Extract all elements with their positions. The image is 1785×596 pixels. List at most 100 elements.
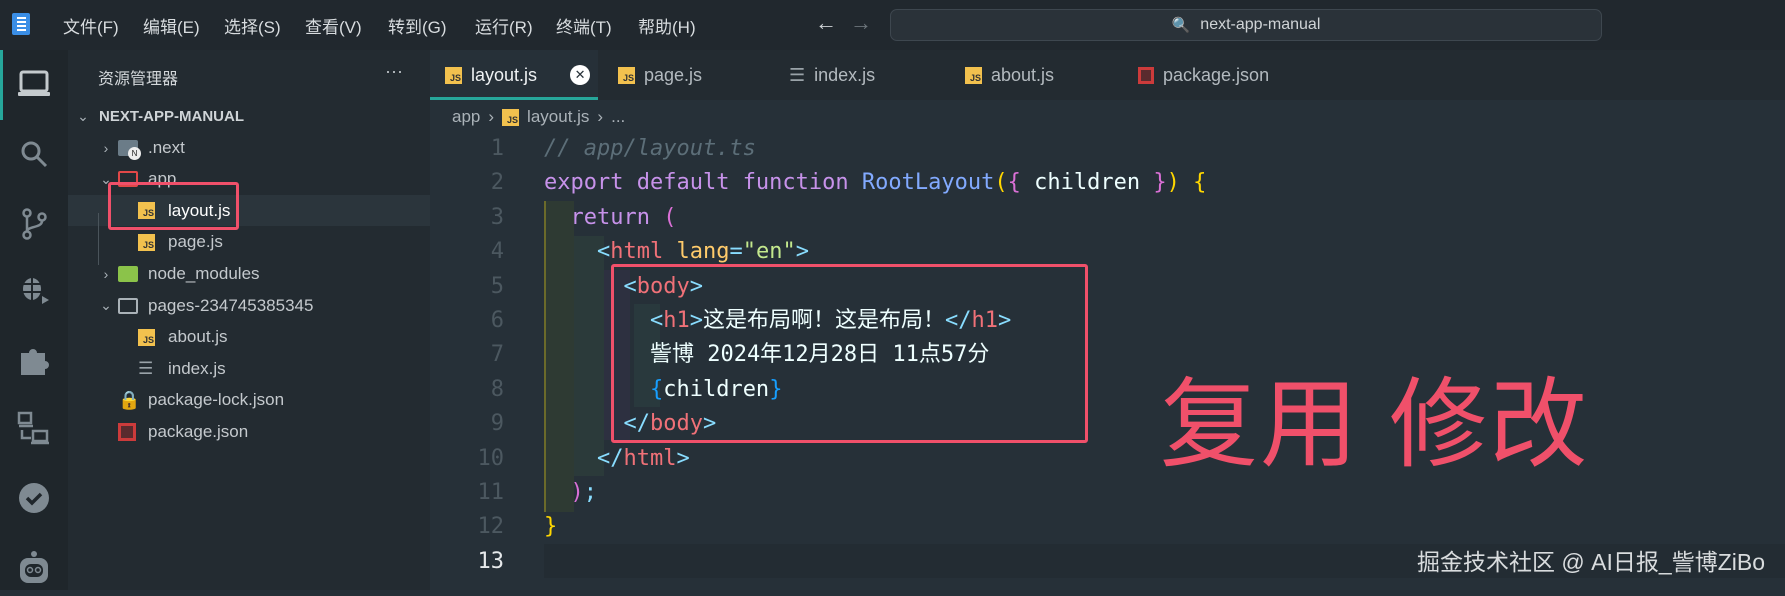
line-number: 13	[477, 548, 505, 574]
js-file-icon: JS	[138, 233, 155, 251]
close-tab-icon[interactable]: ✕	[570, 65, 591, 85]
code-token: >	[795, 239, 809, 265]
menu-item[interactable]: 运行(R)	[475, 13, 533, 38]
line-number: 3	[490, 204, 504, 230]
breadcrumb-more[interactable]: ...	[611, 107, 625, 127]
tree-item[interactable]: package.json	[68, 416, 430, 447]
tab-label: about.js	[991, 64, 1055, 85]
code-line: export default function RootLayout({ chi…	[544, 166, 1206, 200]
menu-item[interactable]: 选择(S)	[224, 13, 281, 38]
debug-icon[interactable]	[0, 260, 68, 316]
menu-item[interactable]: 文件(F)	[63, 13, 119, 38]
tab-package-json[interactable]: package.json	[1138, 50, 1269, 100]
breadcrumb: app › JS layout.js › ...	[430, 100, 625, 134]
line-number: 6	[490, 308, 504, 333]
code-token: {	[1193, 170, 1207, 196]
menu-item[interactable]: 编辑(E)	[143, 13, 200, 38]
app-logo-icon	[12, 13, 30, 35]
robot-assistant-icon[interactable]	[0, 540, 68, 596]
chevron-right-icon: ›	[103, 265, 109, 282]
tree-item[interactable]: › N .next	[68, 132, 430, 163]
line-number: 8	[490, 376, 504, 402]
search-text: next-app-manual	[1200, 16, 1321, 33]
forward-arrow-icon[interactable]: →	[850, 10, 872, 36]
tree-item-label: package.json	[148, 421, 249, 441]
extensions-icon[interactable]	[0, 332, 68, 388]
command-center-search[interactable]: 🔍 next-app-manual	[890, 9, 1602, 41]
search-icon[interactable]	[0, 126, 68, 182]
workspace-root-label: NEXT-APP-MANUAL	[99, 108, 244, 125]
tab-layout-js[interactable]: JS layout.js ✕	[445, 50, 591, 100]
sidebar-title: 资源管理器	[98, 71, 179, 88]
tab-index-js[interactable]: ☰ index.js	[789, 50, 875, 100]
breadcrumb-file[interactable]: layout.js	[527, 107, 589, 127]
more-actions-button[interactable]: ···	[385, 61, 403, 82]
line-number: 9	[490, 411, 504, 437]
js-file-icon: JS	[502, 108, 520, 126]
tab-page-js[interactable]: JS page.js	[618, 50, 702, 100]
code-token: RootLayout	[861, 170, 995, 196]
js-file-icon: JS	[965, 66, 982, 84]
line-number: 11	[477, 480, 505, 505]
code-token: </	[544, 445, 624, 471]
line-number: 7	[490, 342, 504, 368]
explorer-computer-icon[interactable]	[0, 56, 68, 112]
js-file-icon: JS	[445, 66, 462, 84]
highlight-box-layout-file	[108, 182, 239, 230]
line-number: 12	[477, 514, 505, 540]
search-icon: 🔍	[1171, 17, 1191, 34]
menu-item[interactable]: 查看(V)	[305, 13, 362, 38]
code-token: html	[610, 239, 677, 265]
tab-label: layout.js	[471, 64, 538, 85]
list-file-icon: ☰	[138, 358, 154, 378]
remote-explorer-icon[interactable]	[0, 400, 68, 456]
check-icon[interactable]	[0, 470, 68, 526]
source-control-icon[interactable]	[0, 196, 68, 252]
code-token: )	[1166, 170, 1194, 196]
tab-label: package.json	[1163, 64, 1270, 85]
tree-item[interactable]: JS page.js	[68, 227, 430, 258]
watermark: 掘金技术社区 @ AI日报_訾博ZiBo	[1417, 549, 1765, 575]
tree-item-label: index.js	[168, 358, 226, 378]
back-arrow-icon[interactable]: ←	[815, 10, 837, 36]
code-token: children	[1034, 170, 1154, 196]
tree-indent-guide	[98, 213, 99, 265]
code-token: {	[1007, 170, 1035, 196]
tree-item[interactable]: › node_modules	[68, 258, 430, 289]
tree-item[interactable]: JS about.js	[68, 322, 430, 353]
js-file-icon: JS	[138, 328, 155, 346]
breadcrumb-folder[interactable]: app	[452, 107, 480, 127]
workspace-root[interactable]: ⌄ NEXT-APP-MANUAL	[68, 101, 430, 132]
menu-item[interactable]: 帮助(H)	[638, 13, 696, 38]
tab-label: page.js	[644, 64, 703, 85]
code-token: >	[676, 445, 690, 471]
code-token: )	[544, 480, 584, 505]
tree-item-label: node_modules	[148, 263, 260, 283]
node-folder-icon	[118, 265, 138, 282]
code-token: lang	[676, 239, 730, 265]
code-line: return (	[544, 201, 676, 235]
menu-item[interactable]: 转到(G)	[388, 13, 447, 38]
tree-item[interactable]: ⌄ pages-234745385345	[68, 290, 430, 321]
lock-icon: 🔒	[118, 389, 141, 410]
code-token: (	[663, 204, 677, 230]
chevron-down-icon: ⌄	[77, 108, 89, 124]
chevron-right-icon: ›	[488, 107, 495, 126]
tree-item[interactable]: ☰ index.js	[68, 353, 430, 384]
tree-item-label: page.js	[168, 232, 223, 252]
code-token: export	[544, 170, 637, 196]
tab-label: index.js	[814, 64, 876, 85]
code-line: // app/layout.ts	[544, 132, 756, 166]
tree-item[interactable]: 🔒 package-lock.json	[68, 385, 430, 416]
code-token: <	[544, 239, 611, 265]
highlight-box-body	[611, 264, 1088, 443]
menu-item[interactable]: 终端(T)	[556, 13, 612, 38]
code-line: </html>	[544, 442, 690, 476]
tree-item-label: about.js	[168, 327, 228, 347]
tree-item-label: package-lock.json	[148, 390, 285, 410]
js-file-icon: JS	[618, 66, 635, 84]
line-number: 10	[477, 445, 505, 471]
code-token: default	[636, 170, 743, 196]
code-token: "en"	[742, 239, 796, 265]
tab-about-js[interactable]: JS about.js	[965, 50, 1054, 100]
